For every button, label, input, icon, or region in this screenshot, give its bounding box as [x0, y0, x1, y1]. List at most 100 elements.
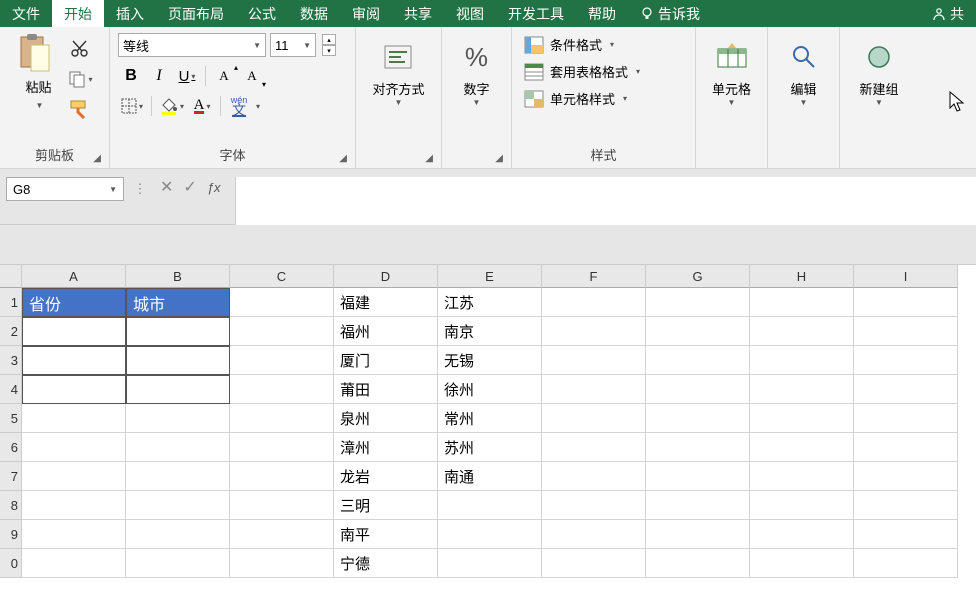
cell[interactable] — [126, 404, 230, 433]
bold-button[interactable]: B — [118, 63, 144, 89]
new-group-button[interactable]: 新建组 ▼ — [851, 33, 906, 111]
col-header[interactable]: D — [334, 265, 438, 288]
dialog-launcher-icon[interactable]: ◢ — [339, 153, 347, 164]
cell[interactable] — [646, 433, 750, 462]
shrink-font-button[interactable]: A▾ — [239, 63, 265, 89]
cell[interactable] — [646, 549, 750, 578]
row-header[interactable]: 3 — [0, 346, 22, 375]
cell[interactable]: 徐州 — [438, 375, 542, 404]
cell[interactable] — [438, 549, 542, 578]
conditional-format-button[interactable]: 条件格式 ▾ — [520, 33, 687, 56]
menu-help[interactable]: 帮助 — [576, 0, 628, 27]
row-header[interactable]: 4 — [0, 375, 22, 404]
row-header[interactable]: 5 — [0, 404, 22, 433]
col-header[interactable]: A — [22, 265, 126, 288]
cell[interactable] — [438, 491, 542, 520]
font-size-spinner[interactable]: ▴ ▾ — [322, 34, 336, 56]
cell[interactable] — [230, 375, 334, 404]
worksheet-grid[interactable]: 1 2 3 4 5 6 7 8 9 0 A B C D E F G H I 省份… — [0, 265, 976, 578]
cell[interactable] — [542, 375, 646, 404]
cell[interactable] — [854, 433, 958, 462]
cell-styles-button[interactable]: 单元格样式 ▾ — [520, 87, 687, 110]
cell[interactable]: 无锡 — [438, 346, 542, 375]
cell[interactable] — [854, 375, 958, 404]
alignment-button[interactable]: 对齐方式 ▼ — [364, 33, 432, 111]
cell[interactable] — [230, 549, 334, 578]
cell[interactable] — [750, 462, 854, 491]
cell[interactable] — [646, 317, 750, 346]
col-header[interactable]: C — [230, 265, 334, 288]
cell[interactable] — [22, 462, 126, 491]
cell[interactable] — [230, 462, 334, 491]
cell[interactable] — [126, 375, 230, 404]
cell[interactable]: 南平 — [334, 520, 438, 549]
cell[interactable] — [750, 491, 854, 520]
cell[interactable]: 漳州 — [334, 433, 438, 462]
select-all-corner[interactable] — [0, 265, 22, 288]
cell[interactable] — [126, 491, 230, 520]
row-header[interactable]: 6 — [0, 433, 22, 462]
cell[interactable]: 莆田 — [334, 375, 438, 404]
dialog-launcher-icon[interactable]: ◢ — [495, 153, 503, 164]
menu-developer[interactable]: 开发工具 — [496, 0, 576, 27]
col-header[interactable]: I — [854, 265, 958, 288]
underline-button[interactable]: U▾ — [174, 63, 200, 89]
cell[interactable] — [542, 462, 646, 491]
cell[interactable] — [230, 404, 334, 433]
cell[interactable] — [438, 520, 542, 549]
format-painter-button[interactable] — [67, 97, 93, 121]
cell[interactable]: 三明 — [334, 491, 438, 520]
cell[interactable]: 泉州 — [334, 404, 438, 433]
cell[interactable] — [22, 549, 126, 578]
cell[interactable] — [854, 317, 958, 346]
cell[interactable] — [854, 520, 958, 549]
fill-color-button[interactable]: ▾ — [157, 93, 187, 119]
cell[interactable]: 宁德 — [334, 549, 438, 578]
menu-insert[interactable]: 插入 — [104, 0, 156, 27]
cell[interactable]: 城市 — [126, 288, 230, 317]
cell[interactable] — [542, 317, 646, 346]
menu-data[interactable]: 数据 — [288, 0, 340, 27]
cell[interactable] — [646, 520, 750, 549]
cell[interactable]: 江苏 — [438, 288, 542, 317]
cell[interactable] — [22, 375, 126, 404]
cell[interactable] — [646, 462, 750, 491]
row-header[interactable]: 0 — [0, 549, 22, 578]
cell[interactable] — [646, 491, 750, 520]
cell[interactable] — [646, 404, 750, 433]
cell[interactable] — [542, 433, 646, 462]
cell[interactable] — [854, 404, 958, 433]
paste-button[interactable]: 粘贴 ▼ — [17, 33, 61, 111]
decrease-font-icon[interactable]: ▾ — [322, 45, 336, 56]
cancel-formula-button[interactable]: ✕ — [160, 177, 173, 197]
menu-tellme[interactable]: 告诉我 — [628, 0, 712, 27]
cell[interactable] — [542, 491, 646, 520]
cell[interactable] — [854, 346, 958, 375]
number-format-button[interactable]: % 数字 ▼ — [455, 33, 497, 111]
row-header[interactable]: 8 — [0, 491, 22, 520]
cell[interactable] — [126, 433, 230, 462]
cell[interactable]: 南京 — [438, 317, 542, 346]
cell[interactable] — [646, 346, 750, 375]
cell[interactable]: 龙岩 — [334, 462, 438, 491]
cell[interactable] — [230, 346, 334, 375]
cell[interactable] — [750, 346, 854, 375]
borders-button[interactable]: ▾ — [118, 93, 146, 119]
col-header[interactable]: G — [646, 265, 750, 288]
cell[interactable] — [230, 288, 334, 317]
col-header[interactable]: E — [438, 265, 542, 288]
cell[interactable] — [126, 462, 230, 491]
cell[interactable] — [542, 288, 646, 317]
cell[interactable] — [126, 549, 230, 578]
menu-review[interactable]: 审阅 — [340, 0, 392, 27]
name-box[interactable]: G8 ▼ — [6, 177, 124, 201]
cell[interactable] — [750, 404, 854, 433]
cell[interactable] — [750, 549, 854, 578]
cell[interactable] — [22, 404, 126, 433]
cell[interactable] — [750, 433, 854, 462]
cell[interactable] — [646, 288, 750, 317]
cell[interactable]: 南通 — [438, 462, 542, 491]
editing-button[interactable]: 编辑 ▼ — [782, 33, 826, 111]
cell[interactable] — [854, 549, 958, 578]
menu-share[interactable]: 共享 — [392, 0, 444, 27]
